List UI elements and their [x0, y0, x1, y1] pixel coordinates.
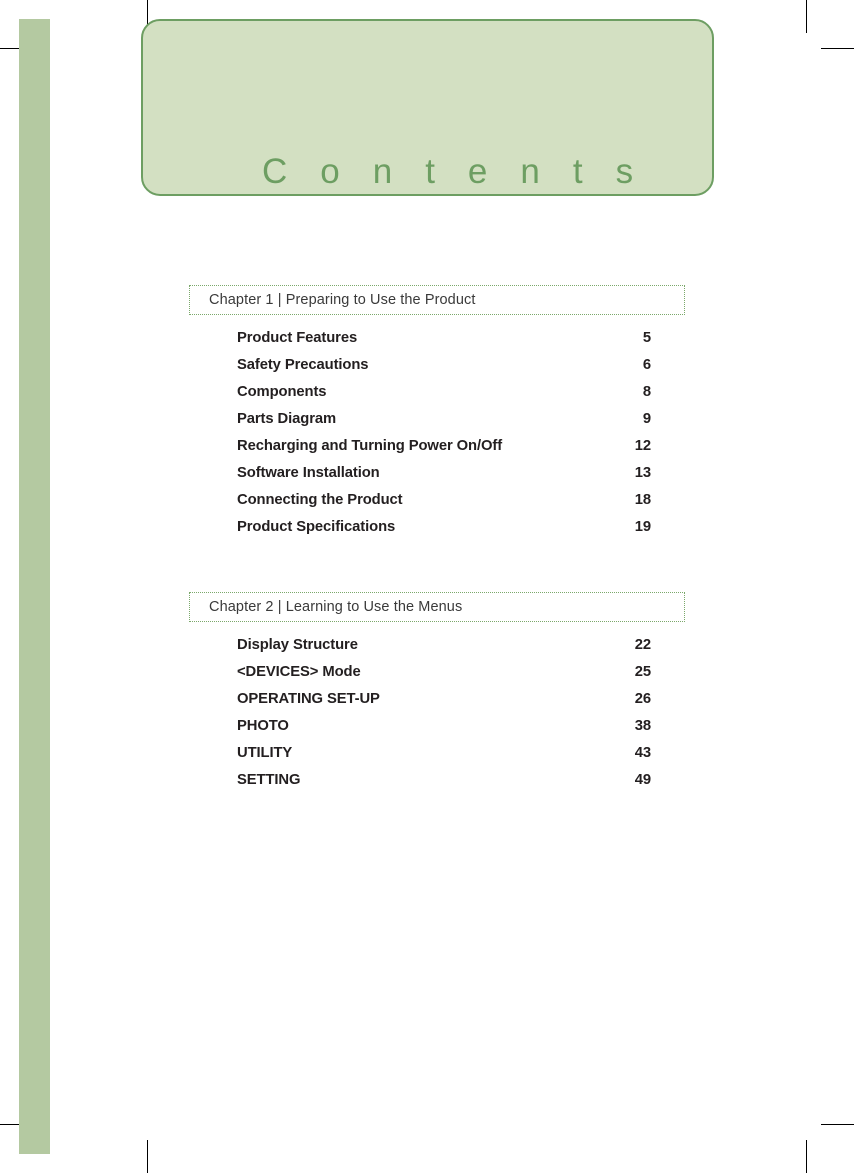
toc-entry-title: Software Installation	[237, 465, 380, 481]
toc-entry[interactable]: Product Specifications 19	[237, 519, 651, 546]
toc-entry-title: PHOTO	[237, 718, 289, 734]
toc-entry[interactable]: OPERATING SET-UP 26	[237, 691, 651, 718]
page-title: Contents	[262, 152, 667, 191]
toc-entry-title: Parts Diagram	[237, 411, 337, 427]
toc-entry-title: OPERATING SET-UP	[237, 691, 380, 707]
toc-entry[interactable]: Display Structure 22	[237, 637, 651, 664]
toc-entry-page: 26	[634, 691, 651, 707]
toc-entry-page: 25	[634, 664, 651, 680]
toc-entry[interactable]: <DEVICES> Mode 25	[237, 664, 651, 691]
toc-entry-title: Components	[237, 384, 327, 400]
chapter-2-entries: Display Structure 22 <DEVICES> Mode 25 O…	[189, 637, 685, 799]
toc-entry-page: 49	[634, 772, 651, 788]
toc-entry[interactable]: Recharging and Turning Power On/Off 12	[237, 438, 651, 465]
toc-entry-page: 6	[642, 357, 651, 373]
crop-mark-bottom-right-vertical	[806, 1140, 807, 1173]
toc-entry-page: 12	[634, 438, 651, 454]
toc-entry-page: 22	[634, 637, 651, 653]
toc-entry[interactable]: Parts Diagram 9	[237, 411, 651, 438]
chapter-section-1: Chapter 1 | Preparing to Use the Product…	[189, 285, 685, 546]
toc-entry[interactable]: Safety Precautions 6	[237, 357, 651, 384]
table-of-contents: Chapter 1 | Preparing to Use the Product…	[189, 285, 685, 799]
toc-entry[interactable]: PHOTO 38	[237, 718, 651, 745]
toc-entry-page: 18	[634, 492, 651, 508]
toc-entry-title: Connecting the Product	[237, 492, 403, 508]
chapter-heading-1: Chapter 1 | Preparing to Use the Product	[189, 285, 685, 315]
side-decoration-band	[19, 19, 50, 1154]
crop-mark-top-right-horizontal	[821, 48, 854, 49]
toc-entry-title: UTILITY	[237, 745, 293, 761]
toc-entry-title: Product Specifications	[237, 519, 396, 535]
toc-entry[interactable]: Connecting the Product 18	[237, 492, 651, 519]
toc-entry[interactable]: UTILITY 43	[237, 745, 651, 772]
toc-entry-page: 9	[642, 411, 651, 427]
chapter-heading-2: Chapter 2 | Learning to Use the Menus	[189, 592, 685, 622]
toc-entry[interactable]: Product Features 5	[237, 330, 651, 357]
toc-entry[interactable]: Components 8	[237, 384, 651, 411]
chapter-section-2: Chapter 2 | Learning to Use the Menus Di…	[189, 592, 685, 799]
toc-entry-page: 19	[634, 519, 651, 535]
toc-entry-page: 5	[642, 330, 651, 346]
crop-mark-top-right-vertical	[806, 0, 807, 33]
toc-entry-title: Recharging and Turning Power On/Off	[237, 438, 503, 454]
toc-entry-title: <DEVICES> Mode	[237, 664, 361, 680]
chapter-1-entries: Product Features 5 Safety Precautions 6 …	[189, 330, 685, 546]
crop-mark-bottom-left-vertical	[147, 1140, 148, 1173]
chapter-heading-2-label: Chapter 2 | Learning to Use the Menus	[209, 599, 463, 615]
toc-entry-title: Display Structure	[237, 637, 358, 653]
toc-entry-page: 8	[642, 384, 651, 400]
toc-entry-title: Safety Precautions	[237, 357, 369, 373]
toc-entry[interactable]: Software Installation 13	[237, 465, 651, 492]
toc-entry-page: 43	[634, 745, 651, 761]
toc-entry-page: 38	[634, 718, 651, 734]
chapter-heading-1-label: Chapter 1 | Preparing to Use the Product	[209, 292, 476, 308]
toc-entry-title: Product Features	[237, 330, 358, 346]
crop-mark-bottom-right-horizontal	[821, 1124, 854, 1125]
toc-entry-title: SETTING	[237, 772, 301, 788]
toc-entry-page: 13	[634, 465, 651, 481]
toc-entry[interactable]: SETTING 49	[237, 772, 651, 799]
